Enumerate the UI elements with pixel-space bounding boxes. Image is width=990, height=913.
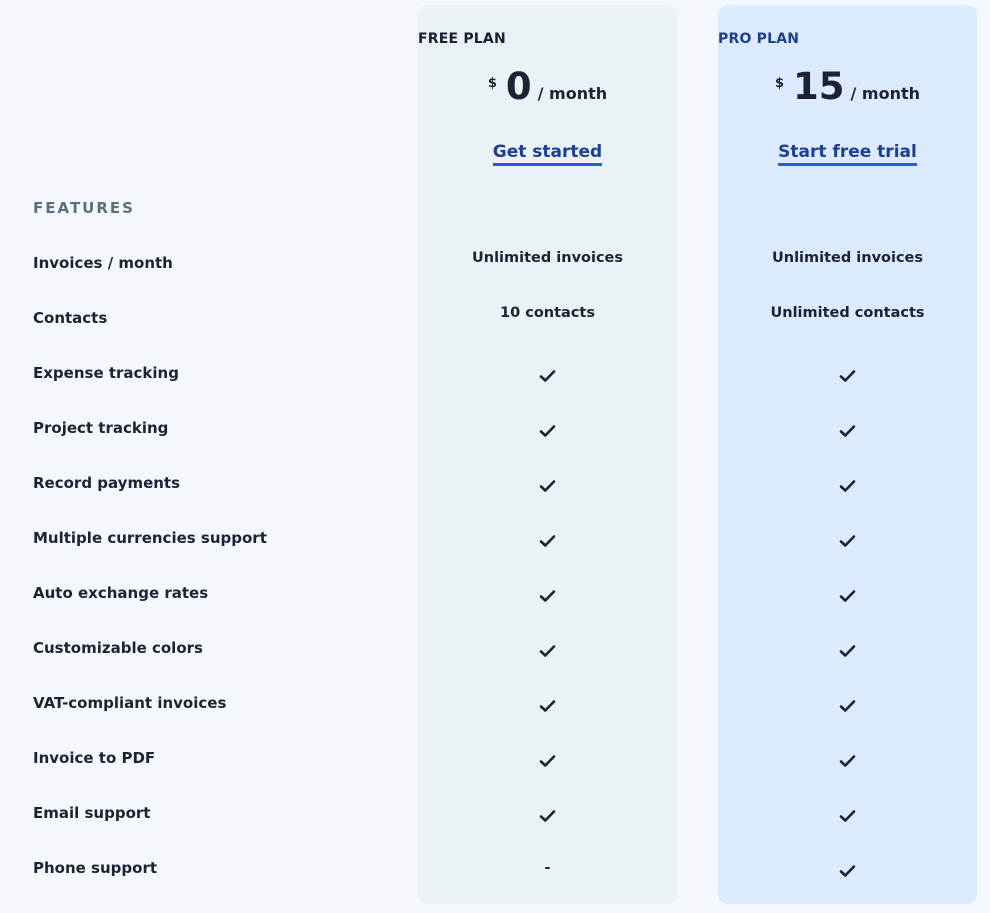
pricing-page: FREE PLAN $ 0 / month Get started PRO PL… [0, 0, 990, 913]
pro-plan-price: $ 15 / month [718, 67, 977, 107]
check-icon [539, 425, 556, 437]
check-icon [539, 810, 556, 822]
pro-check-icon [718, 589, 977, 607]
feature-label: Multiple currencies support [33, 529, 267, 547]
feature-label: Invoice to PDF [33, 749, 156, 767]
start-free-trial-link[interactable]: Start free trial [778, 142, 917, 166]
pro-check-icon [718, 369, 977, 387]
free-plan-currency: $ [487, 76, 497, 91]
check-icon [839, 645, 856, 657]
free-check-icon [418, 589, 677, 607]
check-icon [839, 755, 856, 767]
pro-plan-currency: $ [774, 76, 785, 91]
check-icon [839, 480, 856, 492]
pro-check-icon [718, 699, 977, 717]
pro-check-icon [718, 864, 977, 882]
feature-label: Project tracking [33, 419, 169, 437]
free-plan-period: / month [537, 84, 608, 103]
check-icon [539, 370, 556, 382]
pro-feature-value: Unlimited contacts [770, 305, 925, 321]
feature-label: Contacts [33, 309, 108, 327]
free-plan-cta-wrap: Get started [418, 142, 677, 166]
free-feature-value: Unlimited invoices [471, 250, 624, 266]
check-icon [539, 590, 556, 602]
check-icon [539, 645, 556, 657]
get-started-link[interactable]: Get started [492, 142, 603, 166]
check-icon [539, 480, 556, 492]
check-icon [839, 810, 856, 822]
pro-plan-cta-wrap: Start free trial [718, 142, 977, 166]
free-feature-value: 10 contacts [500, 305, 595, 321]
check-icon [839, 535, 856, 547]
free-check-icon [418, 699, 677, 717]
check-icon [839, 370, 856, 382]
pro-check-icon [718, 479, 977, 497]
check-icon [839, 865, 856, 877]
free-plan-amount: 0 [505, 65, 532, 108]
pro-check-icon [718, 754, 977, 772]
pro-check-icon [718, 424, 977, 442]
free-check-icon [418, 479, 677, 497]
pro-plan-amount: 15 [793, 65, 845, 108]
pro-plan-period: / month [850, 84, 921, 103]
free-check-icon [418, 754, 677, 772]
free-plan-price: $ 0 / month [418, 67, 677, 107]
pro-check-icon [718, 644, 977, 662]
check-icon [539, 700, 556, 712]
pro-feature-value: Unlimited invoices [771, 250, 924, 266]
feature-label: Record payments [33, 474, 181, 492]
feature-label: Auto exchange rates [33, 584, 209, 602]
check-icon [539, 535, 556, 547]
pro-plan-name: PRO PLAN [718, 31, 800, 47]
free-check-icon [418, 534, 677, 552]
feature-label: Customizable colors [33, 639, 203, 657]
free-feature-value: - [544, 860, 551, 876]
pro-check-icon [718, 534, 977, 552]
feature-label: Expense tracking [33, 364, 179, 382]
feature-label: Phone support [33, 859, 158, 877]
feature-label: Email support [33, 804, 151, 822]
free-check-icon [418, 369, 677, 387]
free-check-icon [418, 809, 677, 827]
free-plan-name: FREE PLAN [418, 31, 506, 47]
free-check-icon [418, 644, 677, 662]
pro-check-icon [718, 809, 977, 827]
check-icon [839, 700, 856, 712]
check-icon [539, 755, 556, 767]
features-heading: FEATURES [33, 199, 135, 217]
feature-label: Invoices / month [33, 254, 173, 272]
check-icon [839, 590, 856, 602]
free-check-icon [418, 424, 677, 442]
check-icon [839, 425, 856, 437]
feature-label: VAT-compliant invoices [33, 694, 227, 712]
